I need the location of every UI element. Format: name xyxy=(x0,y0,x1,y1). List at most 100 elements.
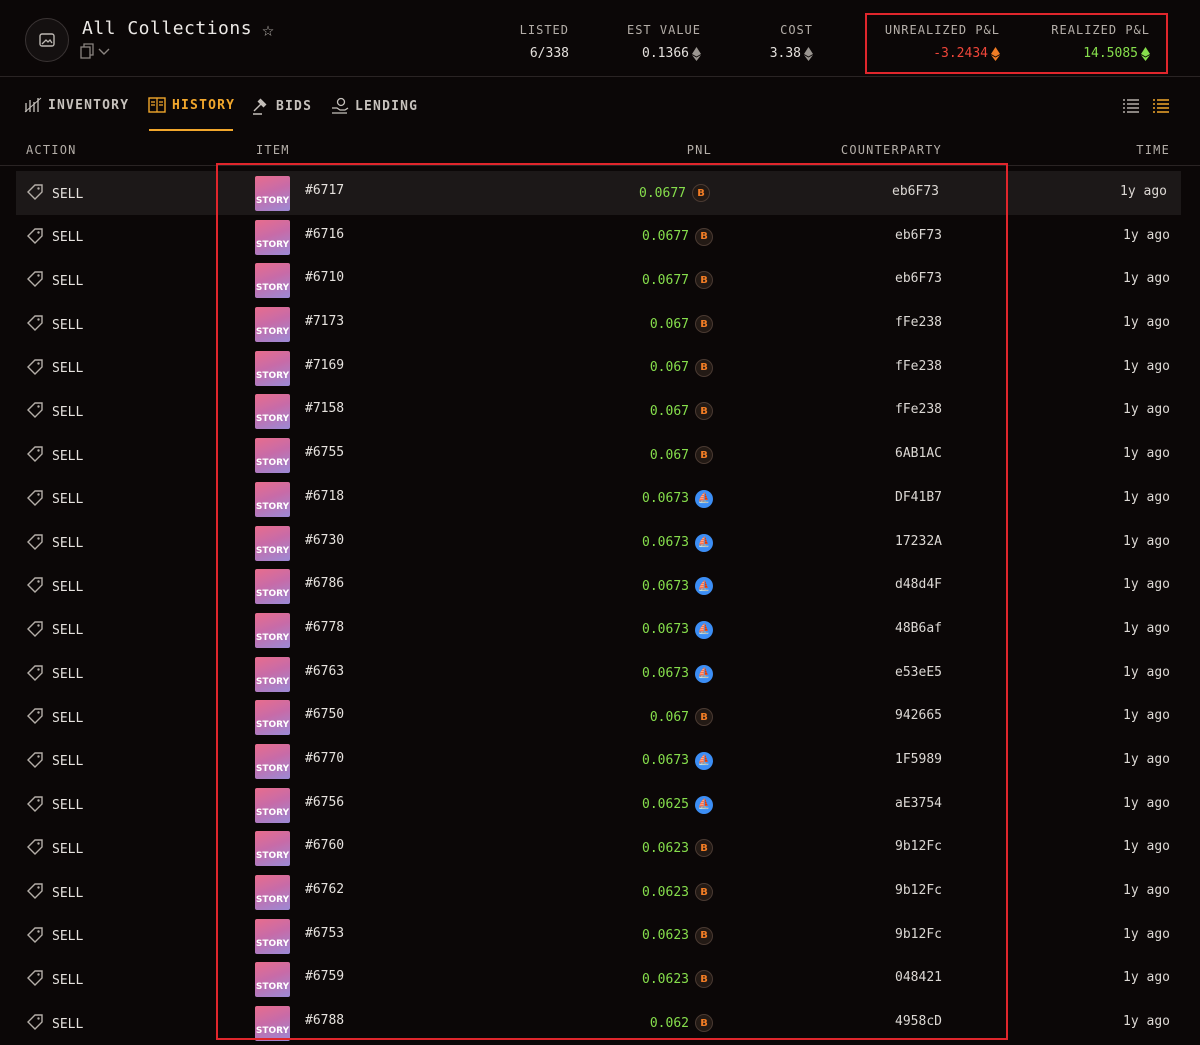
item-id[interactable]: #6717 xyxy=(305,183,344,198)
counterparty-address[interactable]: fFe238 xyxy=(895,359,942,374)
tab-history[interactable]: HISTORY xyxy=(148,97,235,113)
counterparty-address[interactable]: 048421 xyxy=(895,970,942,985)
counterparty-address[interactable]: 6AB1AC xyxy=(895,446,942,461)
copy-icon[interactable] xyxy=(80,43,94,59)
favorite-star-icon[interactable]: ☆ xyxy=(262,17,274,41)
item-thumbnail[interactable]: STORY xyxy=(255,612,290,648)
table-row[interactable]: SELL STORY #6762 0.0623 B 9b12Fc 1y ago xyxy=(0,870,1200,914)
table-row[interactable]: SELL STORY #6778 0.0673 ⛵ 48B6af 1y ago xyxy=(0,608,1200,652)
table-row[interactable]: SELL STORY #7158 0.067 BfFe238 1y ago xyxy=(0,389,1200,433)
item-thumbnail[interactable]: STORY xyxy=(255,525,290,561)
item-id[interactable]: #7158 xyxy=(305,401,344,416)
item-id[interactable]: #6716 xyxy=(305,227,344,242)
item-id[interactable]: #6755 xyxy=(305,445,344,460)
item-thumbnail[interactable]: STORY xyxy=(255,700,290,736)
table-row[interactable]: SELL STORY #6786 0.0673 ⛵ d48d4F 1y ago xyxy=(0,564,1200,608)
table-row[interactable]: SELL STORY #6788 0.062 B 4958cD 1y ago xyxy=(0,1001,1200,1045)
time-value: 1y ago xyxy=(1123,271,1170,287)
table-row[interactable]: SELL STORY #6760 0.0623 B 9b12Fc 1y ago xyxy=(0,826,1200,870)
table-row[interactable]: SELL STORY #6730 0.0673 ⛵ 17232A 1y ago xyxy=(0,521,1200,565)
item-id[interactable]: #6750 xyxy=(305,707,344,722)
list-view-icon[interactable] xyxy=(1122,98,1140,114)
item-thumbnail[interactable]: STORY xyxy=(255,176,290,211)
table-row[interactable]: SELL STORY #6718 0.0673 ⛵ DF41B7 1y ago xyxy=(0,477,1200,521)
item-id[interactable]: #6759 xyxy=(305,969,344,984)
item-thumbnail[interactable]: STORY xyxy=(255,743,290,779)
item-thumbnail[interactable]: STORY xyxy=(255,831,290,867)
item-id[interactable]: #6778 xyxy=(305,620,344,635)
column-header-action[interactable]: ACTION xyxy=(26,143,77,157)
table-row[interactable]: SELL STORY #6770 0.0673 ⛵ 1F5989 1y ago xyxy=(0,739,1200,783)
counterparty-address[interactable]: e53eE5 xyxy=(895,665,942,680)
table-row[interactable]: SELL STORY #6759 0.0623 B 048421 1y ago xyxy=(0,957,1200,1001)
counterparty-address[interactable]: fFe238 xyxy=(895,315,942,330)
item-thumbnail[interactable]: STORY xyxy=(255,656,290,692)
chevron-down-icon[interactable] xyxy=(98,46,110,56)
counterparty-address[interactable]: DF41B7 xyxy=(895,490,942,505)
counterparty-address[interactable]: 9b12Fc xyxy=(895,839,942,854)
thumbnail-text: STORY xyxy=(255,632,290,643)
detailed-list-view-icon[interactable] xyxy=(1152,98,1170,114)
item-id[interactable]: #6710 xyxy=(305,270,344,285)
item-thumbnail[interactable]: STORY xyxy=(255,918,290,954)
item-id[interactable]: #7173 xyxy=(305,314,344,329)
item-thumbnail[interactable]: STORY xyxy=(255,787,290,823)
counterparty-address[interactable]: 9b12Fc xyxy=(895,927,942,942)
table-row[interactable]: SELL STORY #6753 0.0623 B 9b12Fc 1y ago xyxy=(0,914,1200,958)
counterparty-address[interactable]: 1F5989 xyxy=(895,752,942,767)
counterparty-address[interactable]: 17232A xyxy=(895,534,942,549)
table-row[interactable]: SELL STORY #6717 0.0677 Beb6F73 1y ago xyxy=(16,171,1181,215)
column-header-pnl[interactable]: PNL xyxy=(687,143,712,157)
table-row[interactable]: SELL STORY #7169 0.067 BfFe238 1y ago xyxy=(0,346,1200,390)
tab-inventory[interactable]: INVENTORY xyxy=(24,97,129,113)
item-thumbnail[interactable]: STORY xyxy=(255,569,290,605)
table-row[interactable]: SELL STORY #6755 0.067 B 6AB1AC 1y ago xyxy=(0,433,1200,477)
item-id[interactable]: #6762 xyxy=(305,882,344,897)
table-row[interactable]: SELL STORY #6763 0.0673 ⛵ e53eE5 1y ago xyxy=(0,652,1200,696)
counterparty-address[interactable]: 9b12Fc xyxy=(895,883,942,898)
item-id[interactable]: #6786 xyxy=(305,576,344,591)
item-thumbnail[interactable]: STORY xyxy=(255,263,290,299)
item-thumbnail[interactable]: STORY xyxy=(255,481,290,517)
item-id[interactable]: #6756 xyxy=(305,795,344,810)
table-row[interactable]: SELL STORY #6716 0.0677 Beb6F73 1y ago xyxy=(0,215,1200,259)
counterparty-address[interactable]: 942665 xyxy=(895,708,942,723)
collection-selector[interactable] xyxy=(80,43,110,59)
table-row[interactable]: SELL STORY #7173 0.067 BfFe238 1y ago xyxy=(0,302,1200,346)
item-id[interactable]: #6763 xyxy=(305,664,344,679)
item-thumbnail[interactable]: STORY xyxy=(255,307,290,343)
tab-lending[interactable]: LENDING xyxy=(331,97,418,115)
pnl-value: 0.0673 xyxy=(642,666,689,682)
item-thumbnail[interactable]: STORY xyxy=(255,219,290,255)
counterparty-address[interactable]: eb6F73 xyxy=(895,271,942,286)
item-id[interactable]: #6770 xyxy=(305,751,344,766)
item-id[interactable]: #6788 xyxy=(305,1013,344,1028)
counterparty-address[interactable]: aE3754 xyxy=(895,796,942,811)
table-row[interactable]: SELL STORY #6750 0.067 B 942665 1y ago xyxy=(0,695,1200,739)
item-thumbnail[interactable]: STORY xyxy=(255,394,290,430)
counterparty-address[interactable]: fFe238 xyxy=(895,402,942,417)
tab-bids[interactable]: BIDS xyxy=(252,97,312,115)
table-row[interactable]: SELL STORY #6756 0.0625 ⛵ aE3754 1y ago xyxy=(0,783,1200,827)
table-row[interactable]: SELL STORY #6710 0.0677 Beb6F73 1y ago xyxy=(0,258,1200,302)
tag-icon xyxy=(26,969,44,991)
column-header-item[interactable]: ITEM xyxy=(256,143,290,157)
item-thumbnail[interactable]: STORY xyxy=(255,962,290,998)
item-thumbnail[interactable]: STORY xyxy=(255,875,290,910)
counterparty-address[interactable]: eb6F73 xyxy=(892,184,939,199)
counterparty-address[interactable]: d48d4F xyxy=(895,577,942,592)
column-header-counterparty[interactable]: COUNTERPARTY xyxy=(841,143,942,157)
item-thumbnail[interactable]: STORY xyxy=(255,438,290,474)
item-id[interactable]: #7169 xyxy=(305,358,344,373)
counterparty-address[interactable]: eb6F73 xyxy=(895,228,942,243)
item-id[interactable]: #6760 xyxy=(305,838,344,853)
counterparty-address[interactable]: 48B6af xyxy=(895,621,942,636)
counterparty-address[interactable]: 4958cD xyxy=(895,1014,942,1029)
item-thumbnail[interactable]: STORY xyxy=(255,1006,290,1042)
column-header-time[interactable]: TIME xyxy=(1136,143,1170,157)
item-id[interactable]: #6753 xyxy=(305,926,344,941)
item-id[interactable]: #6730 xyxy=(305,533,344,548)
item-id[interactable]: #6718 xyxy=(305,489,344,504)
pnl-cell: 0.0677 B xyxy=(642,227,713,246)
item-thumbnail[interactable]: STORY xyxy=(255,350,290,386)
